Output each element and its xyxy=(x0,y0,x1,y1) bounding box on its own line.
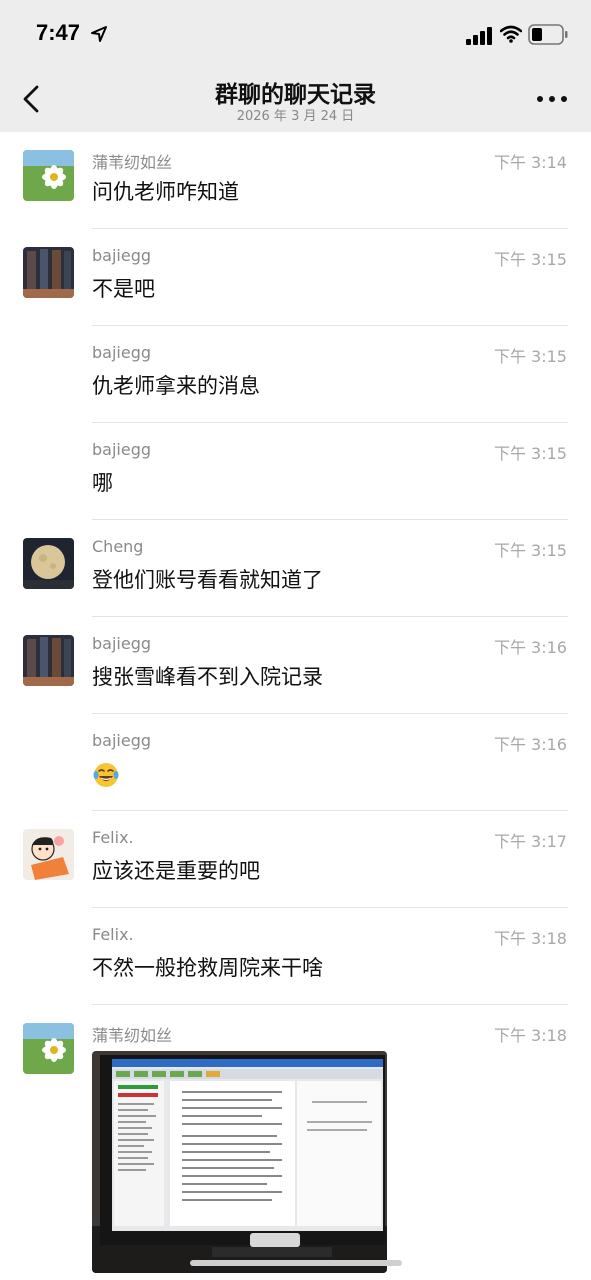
message-text: 问仇老师咋知道 xyxy=(92,180,239,204)
building-avatar-image xyxy=(23,635,74,686)
cartoon-avatar-image xyxy=(23,829,74,880)
sender-name: Felix. xyxy=(92,828,134,847)
chat-message[interactable]: 蒲苇纫如丝 下午 3:14 问仇老师咋知道 xyxy=(0,132,591,229)
building-avatar[interactable] xyxy=(23,635,74,686)
chat-message[interactable]: bajiegg 下午 3:15 不是吧 xyxy=(0,229,591,326)
daisy-avatar[interactable] xyxy=(23,150,74,201)
sender-name: bajiegg xyxy=(92,246,152,265)
message-text: 仇老师拿来的消息 xyxy=(92,374,260,398)
status-time: 7:47 xyxy=(36,20,81,45)
location-arrow-icon xyxy=(91,26,107,42)
daisy-avatar-image xyxy=(23,150,74,201)
message-text: 搜张雪峰看不到入院记录 xyxy=(92,665,323,689)
daisy-avatar-image xyxy=(23,1023,74,1074)
laughing-tears-emoji-icon xyxy=(93,763,119,787)
chat-message[interactable]: bajiegg 下午 3:15 仇老师拿来的消息 xyxy=(0,326,591,423)
message-text: 应该还是重要的吧 xyxy=(92,859,260,883)
message-text: 登他们账号看看就知道了 xyxy=(92,568,323,592)
sender-name: 蒲苇纫如丝 xyxy=(92,1026,173,1045)
message-text: 哪 xyxy=(92,471,113,495)
page-date: 2026 年 3 月 24 日 xyxy=(236,109,355,124)
wifi-icon xyxy=(500,25,522,43)
message-time: 下午 3:15 xyxy=(493,347,567,366)
message-time: 下午 3:16 xyxy=(493,735,567,754)
message-time: 下午 3:14 xyxy=(493,153,567,172)
chat-message[interactable]: 蒲苇纫如丝 下午 3:18 xyxy=(0,1005,591,1280)
sender-name: Cheng xyxy=(92,537,144,556)
chat-message[interactable]: Felix. 下午 3:18 不然一般抢救周院来干啥 xyxy=(0,908,591,1005)
chat-message[interactable]: Felix. 下午 3:17 应该还是重要的吧 xyxy=(0,811,591,908)
battery-icon xyxy=(528,24,568,45)
building-avatar[interactable] xyxy=(23,247,74,298)
building-avatar-image xyxy=(23,247,74,298)
message-text: 不然一般抢救周院来干啥 xyxy=(92,956,323,980)
chat-message[interactable]: bajiegg 下午 3:16 xyxy=(0,714,591,811)
sender-name: bajiegg xyxy=(92,440,152,459)
sender-name: bajiegg xyxy=(92,634,152,653)
daisy-avatar[interactable] xyxy=(23,1023,74,1074)
sender-name: Felix. xyxy=(92,925,134,944)
moon-avatar[interactable] xyxy=(23,538,74,589)
cellular-signal-icon xyxy=(466,27,492,45)
more-options-icon[interactable] xyxy=(534,84,570,114)
sender-name: 蒲苇纫如丝 xyxy=(92,153,173,172)
sender-name: bajiegg xyxy=(92,343,152,362)
cartoon-avatar[interactable] xyxy=(23,829,74,880)
message-time: 下午 3:17 xyxy=(493,832,567,851)
monitor-photo-image xyxy=(92,1051,387,1273)
message-text: 不是吧 xyxy=(92,277,155,301)
chat-message[interactable]: bajiegg 下午 3:16 搜张雪峰看不到入院记录 xyxy=(0,617,591,714)
sender-name: bajiegg xyxy=(92,731,152,750)
message-time: 下午 3:18 xyxy=(493,929,567,948)
monitor-photo[interactable] xyxy=(92,1051,387,1273)
chat-message[interactable]: Cheng 下午 3:15 登他们账号看看就知道了 xyxy=(0,520,591,617)
moon-avatar-image xyxy=(23,538,74,589)
page-title: 群聊的聊天记录 xyxy=(215,82,376,108)
message-time: 下午 3:15 xyxy=(493,444,567,463)
message-time: 下午 3:15 xyxy=(493,541,567,560)
nav-bar: 群聊的聊天记录 2026 年 3 月 24 日 xyxy=(0,66,591,132)
home-indicator xyxy=(190,1260,402,1266)
status-bar: 7:47 xyxy=(0,0,591,66)
message-time: 下午 3:18 xyxy=(493,1026,567,1045)
chat-message[interactable]: bajiegg 下午 3:15 哪 xyxy=(0,423,591,520)
message-time: 下午 3:16 xyxy=(493,638,567,657)
message-time: 下午 3:15 xyxy=(493,250,567,269)
